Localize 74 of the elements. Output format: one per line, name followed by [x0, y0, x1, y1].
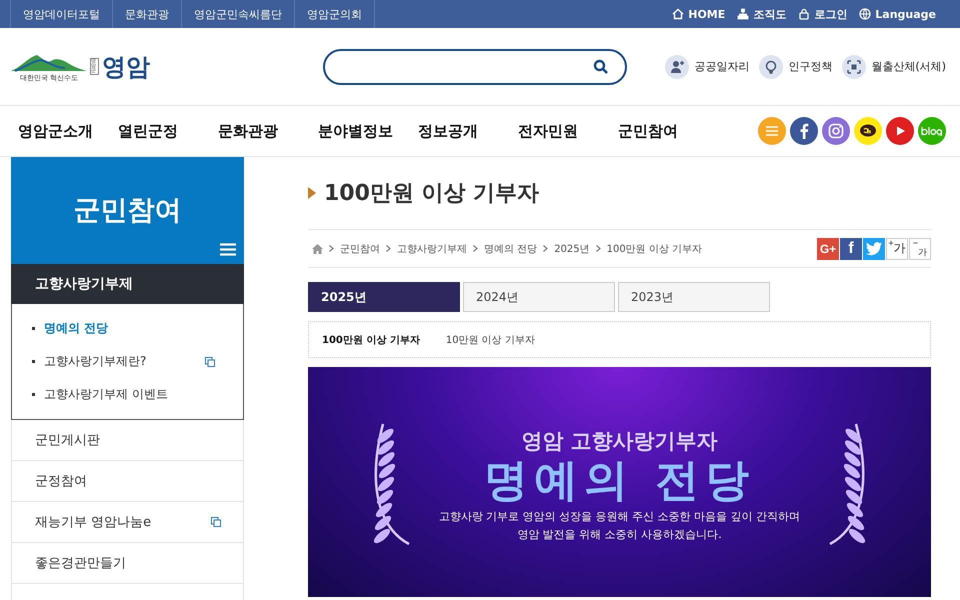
nav-menu-item[interactable]: 열린군정 — [108, 122, 208, 140]
utility-link[interactable]: Language — [859, 6, 936, 22]
utility-link[interactable]: HOME — [672, 6, 726, 22]
search-field[interactable] — [323, 48, 627, 84]
quick-link[interactable]: 공공일자리 — [665, 54, 750, 78]
logo-wordmark[interactable]: 영암 — [102, 50, 150, 82]
bird-icon[interactable] — [863, 238, 885, 260]
utility-link[interactable]: 조직도 — [737, 6, 786, 22]
org-chart-icon — [737, 8, 750, 20]
breadcrumb-link[interactable]: 명예의 전당 — [484, 242, 538, 256]
chevron-icon — [386, 245, 391, 252]
sidebar-title: 군민참여 — [74, 194, 182, 228]
new-window-icon — [211, 517, 221, 527]
breadcrumb-link[interactable]: 고향사랑기부제 — [397, 242, 467, 256]
lock-icon — [798, 8, 810, 20]
chevron-icon — [473, 245, 478, 252]
top-link[interactable]: 문화관광 — [112, 0, 181, 28]
banner-text: 영암 발전을 위해 소중히 사용하겠습니다. — [517, 527, 722, 544]
home-icon[interactable] — [312, 244, 323, 254]
sidebar-item[interactable]: 군정참여 — [11, 461, 244, 502]
top-link[interactable]: 영암군민속씨름단 — [181, 0, 294, 28]
utility-link[interactable]: 로그인 — [798, 6, 848, 22]
bullet-icon — [32, 360, 35, 363]
font-larger-button[interactable]: $^{+}$가 — [886, 238, 908, 260]
sidebar-section[interactable]: 고향사랑기부제 — [11, 264, 244, 304]
top-link[interactable]: 영암군의회 — [294, 0, 375, 28]
nav-menu-item[interactable]: 군민참여 — [608, 122, 708, 140]
submenu-item[interactable]: 명예의 전당 — [44, 320, 215, 337]
chat-bubble-icon[interactable] — [854, 117, 882, 145]
banner-kicker: 영암 고향사랑기부자 — [521, 428, 718, 455]
play-icon[interactable] — [886, 117, 914, 145]
facebook-button[interactable]: f — [840, 238, 862, 260]
blog-icon[interactable] — [918, 117, 946, 145]
sidebar-item[interactable]: 재능기부 영암나눔e — [11, 502, 244, 543]
instagram-icon[interactable] — [822, 117, 850, 145]
sidebar-item[interactable]: 좋은경관만들기 — [11, 543, 244, 584]
globe-icon — [859, 8, 872, 20]
nav-menu-item[interactable]: 문화관광 — [208, 122, 308, 140]
bullet-icon — [32, 393, 35, 396]
chevron-icon — [329, 245, 334, 252]
breadcrumb-link[interactable]: 2025년 — [554, 242, 590, 256]
banner-text: 고향사랑 기부로 영암의 성장을 응원해 주신 소중한 마음을 깊이 간직하며 — [438, 508, 800, 525]
triangle-bullet-icon — [308, 187, 316, 199]
banner-headline: 명예의 전당 — [484, 455, 756, 508]
quick-link[interactable]: 인구정책 — [759, 54, 832, 78]
quick-link[interactable]: 월출산체(서체) — [842, 54, 946, 78]
submenu-item[interactable]: 고향사랑기부제 이벤트 — [44, 386, 215, 403]
top-link[interactable]: 영암데이터포털 — [10, 0, 112, 28]
sub-tab[interactable]: 10만원 이상 기부자 — [446, 332, 535, 346]
chevron-icon — [543, 245, 548, 252]
sub-tab[interactable]: 100만원 이상 기부자 — [322, 332, 420, 346]
submenu-item[interactable]: 고향사랑기부제란? — [44, 353, 205, 370]
year-tab[interactable]: 2025년 — [308, 282, 460, 312]
year-tab[interactable]: 2024년 — [463, 282, 615, 312]
chevron-icon — [596, 245, 601, 252]
new-window-icon — [205, 356, 215, 366]
frame-icon — [842, 54, 866, 78]
page-title: 100만원 이상 기부자 — [324, 180, 540, 208]
menu-icon[interactable] — [220, 243, 236, 256]
year-tab[interactable]: 2023년 — [618, 282, 770, 312]
sidebar-item[interactable]: 군민게시판 — [11, 420, 244, 461]
nav-menu-item[interactable]: 전자민원 — [508, 122, 608, 140]
lightbulb-icon — [759, 54, 784, 78]
breadcrumb-link[interactable]: 군민참여 — [340, 242, 380, 256]
nav-menu-item[interactable]: 정보공개 — [408, 122, 508, 140]
search-icon[interactable] — [593, 58, 609, 74]
breadcrumb-link[interactable]: 100만원 이상 기부자 — [606, 242, 702, 256]
nav-menu-item[interactable]: 영암군소개 — [8, 122, 108, 140]
google-plus-button[interactable]: G+ — [817, 238, 839, 260]
facebook-icon[interactable] — [790, 117, 818, 145]
person-icon — [665, 54, 690, 78]
nav-menu-item[interactable]: 분야별정보 — [308, 122, 408, 140]
home-icon — [672, 8, 684, 20]
bullet-icon — [32, 327, 35, 330]
